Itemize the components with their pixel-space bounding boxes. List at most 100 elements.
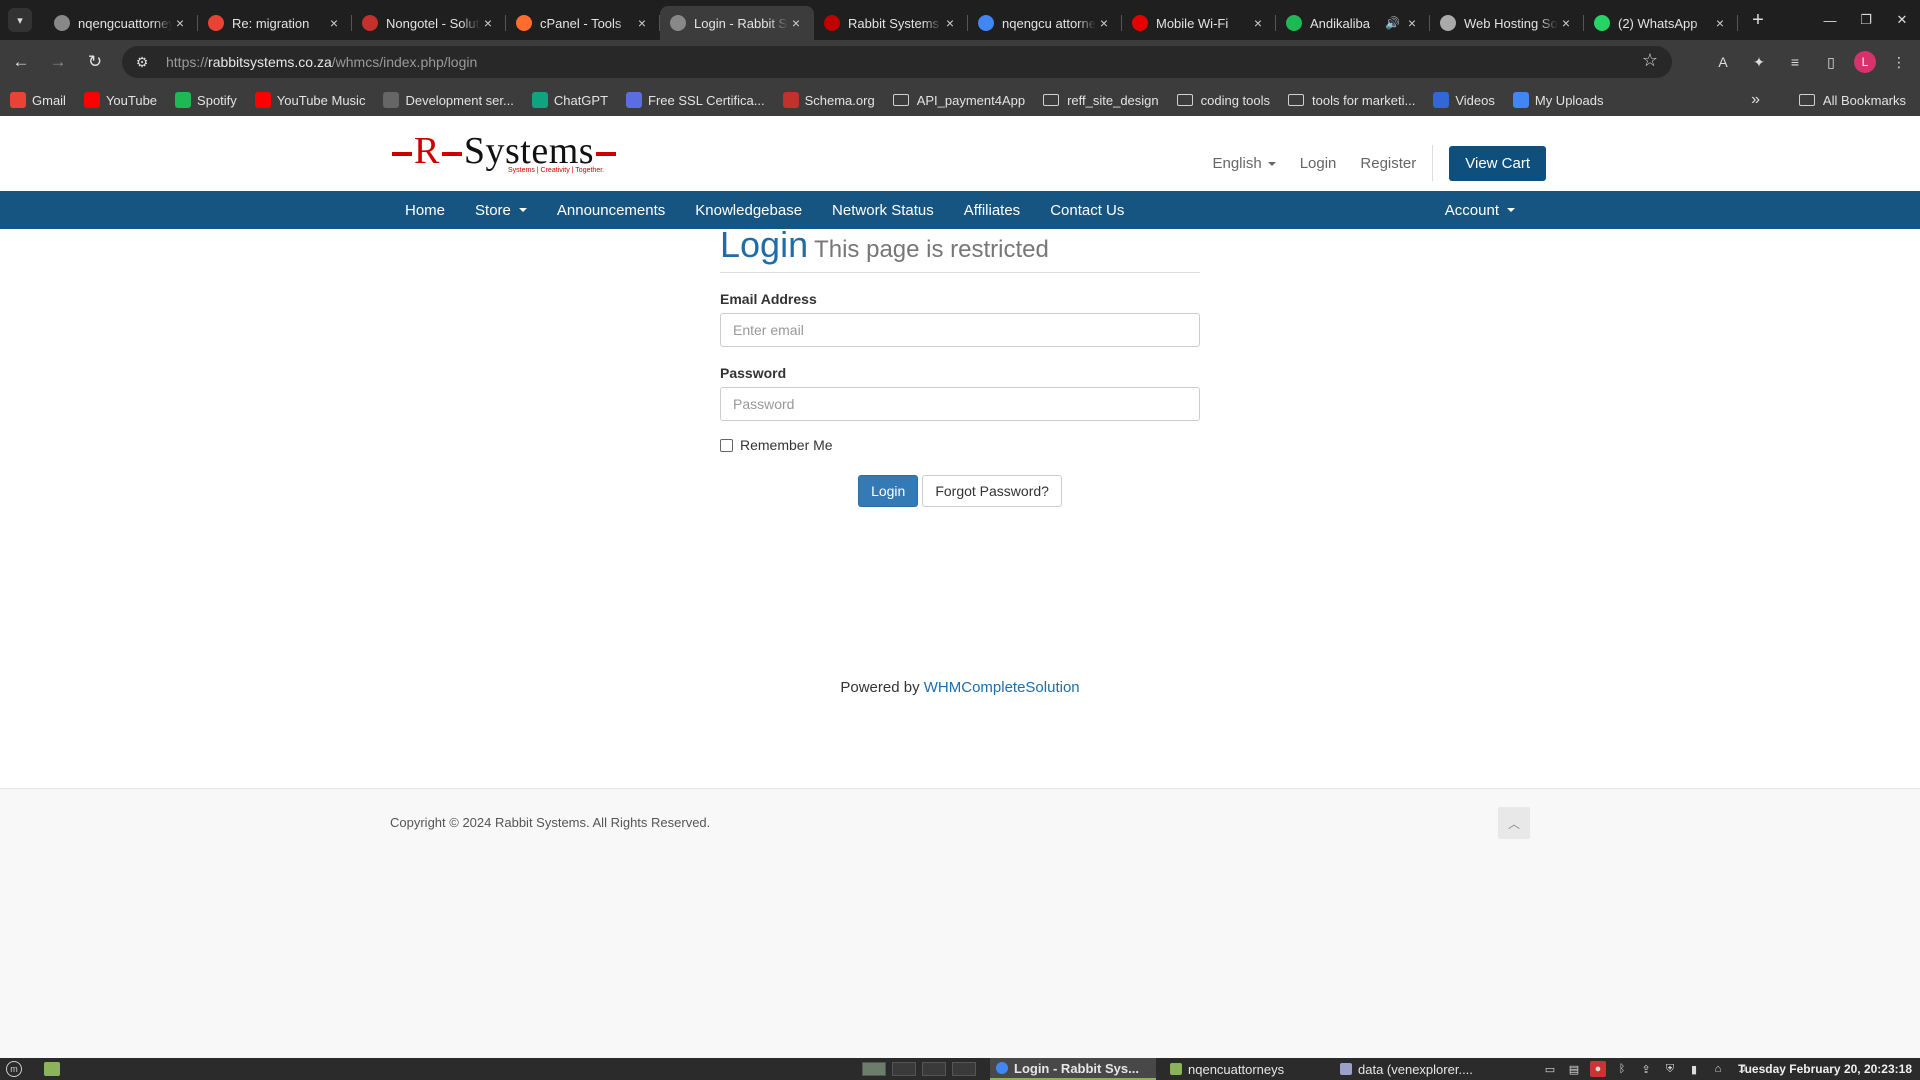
remember-me-checkbox[interactable] — [720, 438, 733, 452]
close-tab-icon[interactable]: × — [1404, 15, 1420, 31]
site-logo[interactable]: R Systems Systems | Creativity | Together… — [390, 132, 620, 174]
header-register-link[interactable]: Register — [1360, 155, 1416, 172]
reload-button[interactable]: ↻ — [79, 46, 111, 78]
whmcs-link[interactable]: WHMCompleteSolution — [924, 679, 1080, 696]
bookmark-folder[interactable]: tools for marketi... — [1288, 93, 1415, 108]
clipboard-icon[interactable]: ▤ — [1566, 1061, 1582, 1077]
display-icon[interactable]: ▭ — [1542, 1061, 1558, 1077]
extensions-puzzle-icon[interactable]: ✦ — [1746, 49, 1772, 75]
translate-icon[interactable]: A — [1710, 49, 1736, 75]
side-panel-icon[interactable]: ▯ — [1818, 49, 1844, 75]
header-login-link[interactable]: Login — [1300, 155, 1337, 172]
close-tab-icon[interactable]: × — [172, 15, 188, 31]
bookmark-folder[interactable]: API_payment4App — [892, 93, 1025, 108]
browser-tab[interactable]: cPanel - Tools × — [506, 6, 660, 40]
folder-icon — [1043, 94, 1060, 106]
profile-avatar[interactable]: L — [1854, 51, 1876, 73]
bookmark-item[interactable]: YouTube — [83, 92, 157, 108]
site-info-icon[interactable]: ⚙ — [128, 48, 156, 76]
nav-account-dropdown[interactable]: Account — [1430, 202, 1530, 219]
minimize-icon[interactable]: — — [1812, 0, 1848, 40]
update-icon[interactable]: ⇪ — [1638, 1061, 1654, 1077]
workspace-4[interactable] — [952, 1062, 976, 1076]
bookmark-item[interactable]: My Uploads — [1512, 92, 1604, 108]
close-tab-icon[interactable]: × — [1096, 15, 1112, 31]
back-button[interactable]: ← — [5, 46, 37, 78]
close-tab-icon[interactable]: × — [1712, 15, 1728, 31]
bookmark-item[interactable]: Videos — [1433, 92, 1495, 108]
language-dropdown[interactable]: English — [1212, 155, 1276, 172]
browser-tab[interactable]: Rabbit Systems × — [814, 6, 968, 40]
start-menu-icon[interactable]: m — [6, 1061, 22, 1077]
bookmark-item[interactable]: Development ser... — [383, 92, 514, 108]
password-field[interactable]: Password — [720, 387, 1200, 421]
file-manager-icon[interactable] — [44, 1062, 60, 1076]
taskbar-task-editor[interactable]: data (venexplorer.... — [1334, 1058, 1500, 1080]
bookmark-folder[interactable]: reff_site_design — [1043, 93, 1159, 108]
forward-button[interactable]: → — [42, 46, 74, 78]
speaker-icon[interactable]: 🔊 — [1385, 16, 1400, 30]
view-cart-button[interactable]: View Cart — [1449, 145, 1546, 181]
nav-network-status[interactable]: Network Status — [817, 202, 949, 219]
bookmark-star-icon[interactable]: ☆ — [1642, 50, 1658, 71]
password-label: Password — [720, 365, 787, 381]
workspace-3[interactable] — [922, 1062, 946, 1076]
email-field[interactable]: Enter email — [720, 313, 1200, 347]
shield-icon[interactable]: ⛨ — [1662, 1061, 1678, 1077]
close-tab-icon[interactable]: × — [788, 15, 804, 31]
tab-title: Rabbit Systems — [848, 15, 940, 31]
login-button[interactable]: Login — [858, 475, 919, 507]
browser-tab[interactable]: Re: migration × — [198, 6, 352, 40]
nav-announcements[interactable]: Announcements — [542, 202, 680, 219]
bluetooth-icon[interactable]: ᛒ — [1614, 1061, 1630, 1077]
remember-me[interactable]: Remember Me — [720, 437, 1200, 453]
close-tab-icon[interactable]: × — [480, 15, 496, 31]
bookmark-item[interactable]: ChatGPT — [531, 92, 608, 108]
nav-knowledgebase[interactable]: Knowledgebase — [680, 202, 817, 219]
chevron-double-right-icon[interactable]: » — [1751, 91, 1760, 109]
browser-tab[interactable]: Nongotel - Solutions× — [352, 6, 506, 40]
address-bar[interactable]: ⚙ https://rabbitsystems.co.za/whmcs/inde… — [122, 46, 1672, 78]
nav-home[interactable]: Home — [390, 202, 460, 219]
nav-affiliates[interactable]: Affiliates — [949, 202, 1035, 219]
browser-tab[interactable]: (2) WhatsApp × — [1584, 6, 1738, 40]
new-tab-button[interactable]: + — [1744, 6, 1772, 34]
browser-tab[interactable]: nqengcuattorneys × — [44, 6, 198, 40]
bookmark-item[interactable]: Gmail — [10, 92, 66, 108]
browser-tab[interactable]: Mobile Wi-Fi × — [1122, 6, 1276, 40]
close-tab-icon[interactable]: × — [1250, 15, 1266, 31]
battery-icon[interactable]: ▮ — [1686, 1061, 1702, 1077]
close-tab-icon[interactable]: × — [1558, 15, 1574, 31]
forgot-password-button[interactable]: Forgot Password? — [922, 475, 1062, 507]
system-tray: ▭ ▤ ● ᛒ ⇪ ⛨ ▮ ⌂ ♫ — [1542, 1061, 1750, 1077]
nav-store-dropdown[interactable]: Store — [460, 202, 542, 219]
system-clock[interactable]: Tuesday February 20, 20:23:18 — [1738, 1058, 1912, 1080]
close-window-icon[interactable]: ✕ — [1884, 0, 1920, 40]
record-icon[interactable]: ● — [1590, 1061, 1606, 1077]
network-icon[interactable]: ⌂ — [1710, 1061, 1726, 1077]
bookmark-item[interactable]: YouTube Music — [254, 92, 365, 108]
browser-tab[interactable]: nqengcu attorneys× — [968, 6, 1122, 40]
kebab-menu-icon[interactable]: ⋮ — [1886, 49, 1912, 75]
url-text[interactable]: https://rabbitsystems.co.za/whmcs/index.… — [166, 54, 477, 70]
close-tab-icon[interactable]: × — [634, 15, 650, 31]
bookmark-item[interactable]: Schema.org — [782, 92, 875, 108]
browser-tab[interactable]: Web Hosting South Africa× — [1430, 6, 1584, 40]
bookmark-item[interactable]: Spotify — [175, 92, 237, 108]
back-to-top-button[interactable]: ︿ — [1498, 807, 1530, 839]
workspace-1[interactable] — [862, 1062, 886, 1076]
taskbar-task-folder[interactable]: nqencuattorneys — [1164, 1058, 1326, 1080]
tab-search-button[interactable]: ▾ — [8, 8, 32, 32]
taskbar-task-browser[interactable]: Login - Rabbit Sys... — [990, 1058, 1156, 1080]
workspace-2[interactable] — [892, 1062, 916, 1076]
media-controls-icon[interactable]: ≡ — [1782, 49, 1808, 75]
close-tab-icon[interactable]: × — [942, 15, 958, 31]
browser-tab[interactable]: Andikaliba 🔊 × — [1276, 6, 1430, 40]
bookmark-item[interactable]: Free SSL Certifica... — [626, 92, 765, 108]
restore-icon[interactable]: ❐ — [1848, 0, 1884, 40]
close-tab-icon[interactable]: × — [326, 15, 342, 31]
nav-contact-us[interactable]: Contact Us — [1035, 202, 1139, 219]
bookmark-folder[interactable]: coding tools — [1176, 93, 1270, 108]
browser-tab[interactable]: Login - Rabbit Systems× — [660, 6, 814, 40]
all-bookmarks-button[interactable]: All Bookmarks — [1798, 93, 1906, 108]
